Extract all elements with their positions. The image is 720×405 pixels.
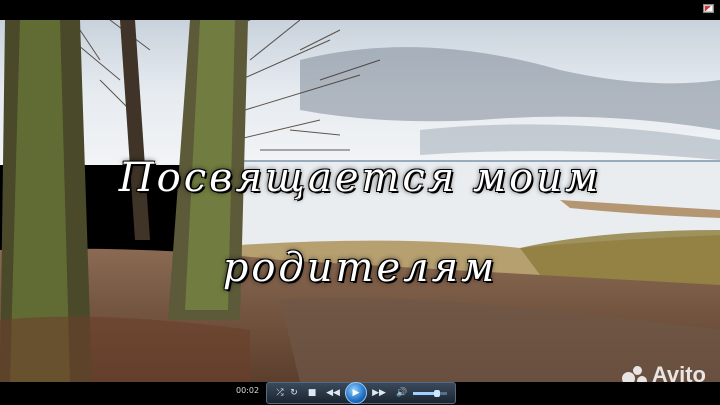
previous-button[interactable]: ◀◀ bbox=[323, 388, 343, 398]
play-button[interactable]: ▶ bbox=[345, 382, 367, 404]
elapsed-time: 00:02 bbox=[236, 386, 260, 395]
title-bar bbox=[0, 0, 720, 20]
caption-line-2: родителям bbox=[222, 245, 498, 291]
shuffle-button[interactable]: ⤮ bbox=[273, 388, 287, 398]
repeat-button[interactable]: ↻ bbox=[287, 388, 301, 398]
video-scene bbox=[0, 20, 720, 382]
stop-button[interactable]: ■ bbox=[305, 388, 319, 398]
player-controls: 00:02 ⤮ ↻ ■ ◀◀ ▶ ▶▶ 🔊 bbox=[0, 382, 720, 405]
caption-line-1: Посвящается моим bbox=[118, 155, 602, 201]
volume-slider[interactable] bbox=[413, 389, 447, 397]
fallen-leaves bbox=[0, 316, 250, 382]
next-button[interactable]: ▶▶ bbox=[369, 388, 389, 398]
volume-icon[interactable]: 🔊 bbox=[395, 388, 409, 398]
play-icon: ▶ bbox=[352, 388, 360, 398]
flag-icon[interactable] bbox=[703, 4, 714, 13]
video-frame[interactable]: Посвящается моим родителям bbox=[0, 20, 720, 382]
volume-knob[interactable] bbox=[433, 389, 440, 397]
control-panel: ⤮ ↻ ■ ◀◀ ▶ ▶▶ 🔊 bbox=[266, 382, 456, 404]
